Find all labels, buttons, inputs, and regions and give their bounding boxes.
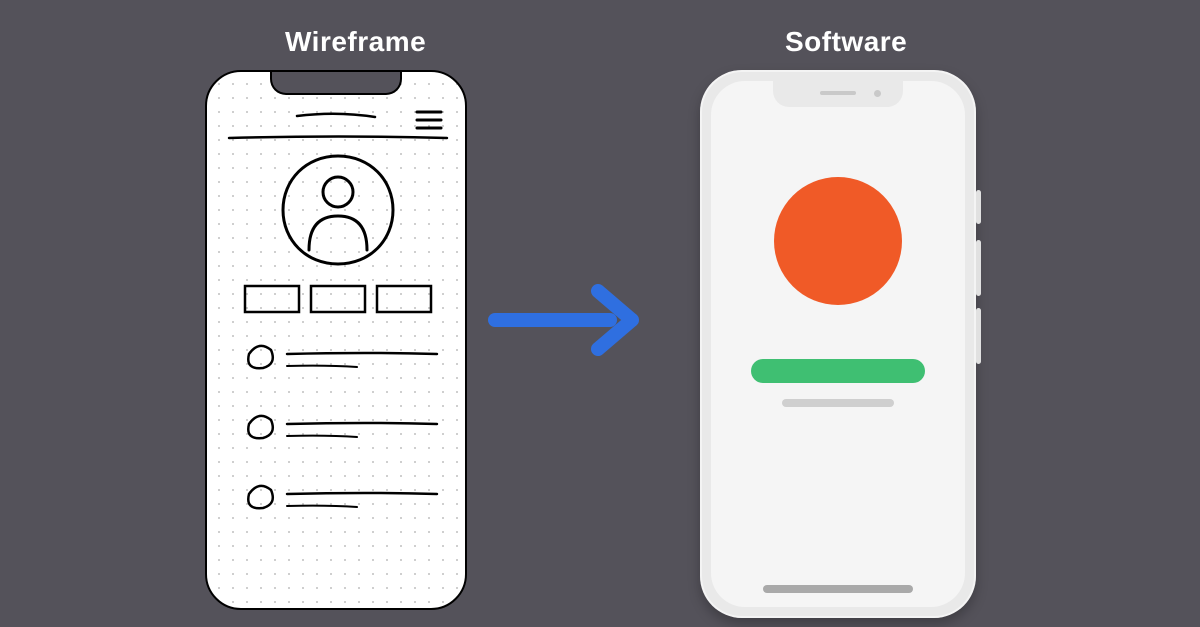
secondary-text bbox=[782, 399, 894, 407]
avatar bbox=[774, 177, 902, 305]
side-button bbox=[976, 308, 981, 364]
primary-button[interactable] bbox=[751, 359, 925, 383]
arrow-icon bbox=[480, 275, 655, 365]
side-button bbox=[976, 190, 981, 224]
heading-wireframe: Wireframe bbox=[285, 26, 426, 58]
software-notch bbox=[773, 81, 903, 107]
hamburger-icon bbox=[417, 112, 441, 128]
wireframe-phone bbox=[205, 70, 467, 610]
list-item bbox=[248, 416, 437, 438]
list-item bbox=[248, 486, 437, 508]
software-screen bbox=[711, 81, 965, 607]
tab-box bbox=[245, 286, 299, 312]
speaker-icon bbox=[820, 91, 856, 95]
tab-box bbox=[311, 286, 365, 312]
software-phone bbox=[700, 70, 976, 618]
wireframe-sketch bbox=[227, 108, 449, 608]
tab-box bbox=[377, 286, 431, 312]
camera-icon bbox=[874, 90, 881, 97]
heading-software: Software bbox=[785, 26, 907, 58]
avatar-icon bbox=[283, 156, 393, 264]
list-item bbox=[248, 346, 437, 368]
home-indicator bbox=[763, 585, 913, 593]
side-button bbox=[976, 240, 981, 296]
